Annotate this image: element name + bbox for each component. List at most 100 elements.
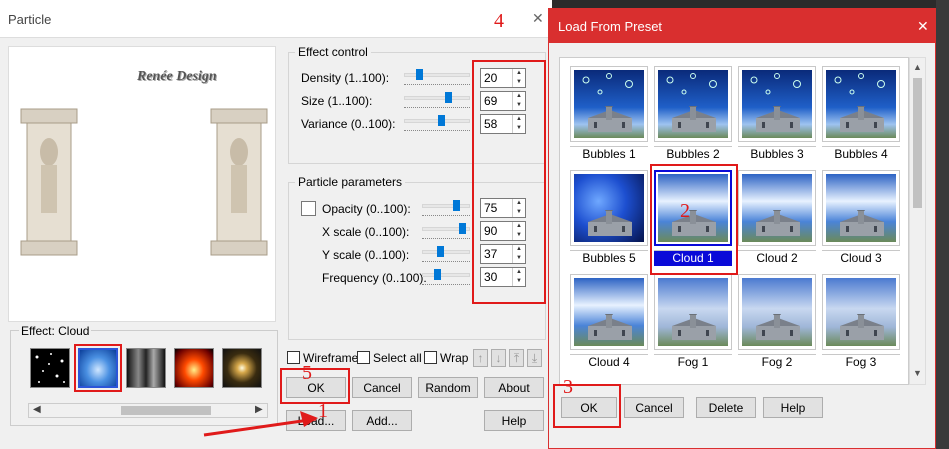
preset-image <box>742 174 812 242</box>
opacity-checkbox[interactable] <box>301 201 316 216</box>
preset-thumb[interactable] <box>738 170 816 246</box>
preset-caption[interactable]: Cloud 2 <box>738 250 816 266</box>
scroll-down-icon[interactable]: ▼ <box>913 368 922 378</box>
preset-thumb[interactable] <box>654 274 732 350</box>
stars-icon <box>35 353 65 383</box>
variance-ticks <box>404 130 470 133</box>
logo-text: Renée Design <box>137 69 217 84</box>
preset-thumb[interactable] <box>570 274 648 350</box>
preset-image <box>742 70 812 138</box>
y-scale-slider[interactable] <box>422 250 470 254</box>
size-slider-thumb[interactable] <box>444 92 452 103</box>
preset-delete-button[interactable]: Delete <box>696 397 756 418</box>
bubbles-icon <box>666 73 717 95</box>
bubbles-icon <box>834 73 885 95</box>
preset-caption[interactable]: Bubbles 2 <box>654 146 732 162</box>
frequency-slider-thumb[interactable] <box>434 269 442 280</box>
scroll-left-icon[interactable]: ◀ <box>33 404 41 415</box>
frequency-slider[interactable] <box>422 273 470 277</box>
random-button[interactable]: Random <box>418 377 478 398</box>
preset-thumb[interactable] <box>570 66 648 142</box>
select-all-checkbox[interactable] <box>357 351 370 364</box>
y-scale-label: Y scale (0..100): <box>322 248 410 262</box>
preset-caption[interactable]: Fog 3 <box>822 354 900 370</box>
y-scale-slider-thumb[interactable] <box>437 246 445 257</box>
wireframe-checkbox[interactable] <box>287 351 300 364</box>
bubbles-icon <box>582 73 633 95</box>
preset-caption[interactable]: Bubbles 3 <box>738 146 816 162</box>
add-button[interactable]: Add... <box>352 410 412 431</box>
preset-scroll-thumb[interactable] <box>913 78 922 208</box>
preview-panel: Renée Design <box>8 46 276 322</box>
scroll-up-icon[interactable]: ▲ <box>913 62 922 72</box>
about-button[interactable]: About <box>484 377 544 398</box>
preset-caption[interactable]: Cloud 4 <box>570 354 648 370</box>
preset-caption[interactable]: Fog 1 <box>654 354 732 370</box>
annotation-number-4: 4 <box>494 10 504 32</box>
effect-star-burst-thumb[interactable] <box>222 348 262 388</box>
x-scale-slider-thumb[interactable] <box>458 223 466 234</box>
preset-close-icon[interactable]: ✕ <box>917 18 929 35</box>
preset-image <box>658 70 728 138</box>
preset-caption[interactable]: Bubbles 1 <box>570 146 648 162</box>
effect-stars-thumb[interactable] <box>30 348 70 388</box>
wrap-checkbox[interactable] <box>424 351 437 364</box>
preset-cancel-button[interactable]: Cancel <box>624 397 684 418</box>
variance-slider-thumb[interactable] <box>438 115 446 126</box>
church-icon <box>756 314 800 340</box>
variance-slider[interactable] <box>404 119 470 123</box>
size-slider[interactable] <box>404 96 470 100</box>
density-slider-thumb[interactable] <box>415 69 423 80</box>
preset-image <box>658 278 728 346</box>
preset-scrollbar[interactable]: ▲ ▼ <box>909 57 926 385</box>
scroll-thumb[interactable] <box>121 406 211 415</box>
cancel-button[interactable]: Cancel <box>352 377 412 398</box>
frequency-label: Frequency (0..100): <box>322 271 427 285</box>
size-ticks <box>404 107 470 110</box>
preset-thumb[interactable] <box>822 170 900 246</box>
effect-fog-thumb[interactable] <box>126 348 166 388</box>
opacity-slider-thumb[interactable] <box>452 200 460 211</box>
annotation-box-values <box>472 60 546 304</box>
preset-caption[interactable]: Bubbles 4 <box>822 146 900 162</box>
density-ticks <box>404 84 470 87</box>
opacity-label: Opacity (0..100): <box>322 202 411 216</box>
move-up-icon[interactable]: ↑ <box>473 349 488 367</box>
preset-thumb[interactable] <box>654 66 732 142</box>
x-scale-label: X scale (0..100): <box>322 225 410 239</box>
church-icon <box>588 314 632 340</box>
move-down-icon[interactable]: ↓ <box>491 349 506 367</box>
opacity-slider[interactable] <box>422 204 470 208</box>
move-top-icon[interactable]: ⤒ <box>509 349 524 367</box>
close-icon[interactable]: ✕ <box>532 10 544 27</box>
preset-thumb[interactable] <box>738 66 816 142</box>
move-bottom-icon[interactable]: ⤓ <box>527 349 542 367</box>
pillar-left-image <box>20 108 78 256</box>
preset-image <box>574 174 644 242</box>
preset-thumb[interactable] <box>822 274 900 350</box>
effect-control-label: Effect control <box>295 45 371 59</box>
preset-thumb[interactable] <box>570 170 648 246</box>
select-all-label: Select all <box>373 351 422 365</box>
effect-fire-thumb[interactable] <box>174 348 214 388</box>
preset-image <box>574 278 644 346</box>
density-slider[interactable] <box>404 73 470 77</box>
y-scale-ticks <box>422 261 470 264</box>
church-icon <box>588 210 632 236</box>
preset-thumb[interactable] <box>738 274 816 350</box>
help-button[interactable]: Help <box>484 410 544 431</box>
preset-caption[interactable]: Cloud 3 <box>822 250 900 266</box>
preset-caption[interactable]: Bubbles 5 <box>570 250 648 266</box>
size-label: Size (1..100): <box>301 94 373 108</box>
annotation-box-ok <box>280 368 350 404</box>
annotation-box-effect <box>74 344 122 392</box>
variance-label: Variance (0..100): <box>301 117 396 131</box>
preset-thumb[interactable] <box>822 66 900 142</box>
church-icon <box>756 210 800 236</box>
bubbles-icon <box>750 73 801 95</box>
preset-caption[interactable]: Fog 2 <box>738 354 816 370</box>
particle-titlebar: Particle ✕ <box>0 0 552 38</box>
x-scale-ticks <box>422 238 470 241</box>
annotation-box-cloud1 <box>650 164 738 275</box>
preset-help-button[interactable]: Help <box>763 397 823 418</box>
